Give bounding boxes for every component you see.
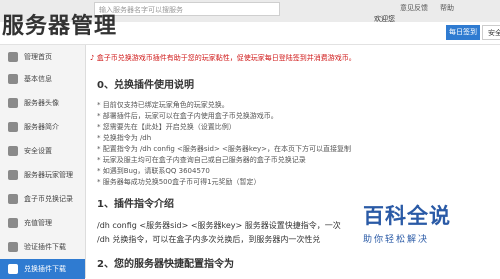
sidebar-item-label: 盒子币兑换记录 [24,195,73,203]
sidebar-item-intro[interactable]: 服务器简介 [0,117,85,137]
sidebar-item-basic-info[interactable]: 基本信息 [0,69,85,89]
shield-icon [8,146,18,156]
sidebar-item-label: 管理首页 [24,53,52,61]
sidebar-item-avatar[interactable]: 服务器头像 [0,93,85,113]
instruction-line: * 部署插件后，玩家可以在盒子内使用盒子币兑换游戏币。 [97,112,278,120]
sidebar-item-label: 服务器简介 [24,123,59,131]
section-title: 1、插件指令介绍 [97,199,174,210]
user-icon [8,170,18,180]
instruction-line: * 配置指令为 /dh config <服务器sid> <服务器key>，在本页… [97,145,352,153]
sidebar: 管理首页 基本信息 服务器头像 服务器简介 安全设置 服务器玩家管理 盒子币兑换… [0,45,86,279]
sidebar-item-home[interactable]: 管理首页 [0,47,85,67]
download-icon [8,264,18,274]
image-icon [8,98,18,108]
instruction-line: * 玩家及服主均可在盒子内查询自己或自己服务器的盒子币兑换记录 [97,156,306,164]
search-input[interactable]: 输入服务器名字可以搜服务 [94,2,280,16]
wallet-icon [8,218,18,228]
command-line: /dh 兑换指令，可以在盒子内多次兑换后，到服务器内一次性兑 [97,235,321,244]
list-icon [8,194,18,204]
logout-button[interactable]: 安全退出 [482,25,500,40]
sidebar-item-label: 验证插件下载 [24,243,66,251]
instruction-line: * 服务器每成功兑换500盒子币可得1元奖励（暂定） [97,178,261,186]
sidebar-item-label: 兑换插件下载 [24,265,66,273]
home-icon [8,52,18,62]
instruction-line: * 如遇到Bug，请联系QQ 3604570 [97,167,210,175]
command-line: /dh config <服务器sid> <服务器key> 服务器设置快捷指令，一… [97,221,341,230]
welcome-text: 欢迎您 [374,15,395,23]
info-icon [8,74,18,84]
help-link[interactable]: 帮助 [440,3,454,13]
watermark-main-text: 百科全说 [363,204,451,228]
sidebar-item-label: 充值管理 [24,219,52,227]
checkin-button[interactable]: 每日签到 [446,25,480,40]
instruction-line: * 兑换指令为 /dh [97,134,152,142]
sidebar-item-exchange-records[interactable]: 盒子币兑换记录 [0,189,85,209]
download-icon [8,242,18,252]
section-title: 2、您的服务器快捷配置指令为 [97,259,234,270]
sidebar-item-label: 安全设置 [24,147,52,155]
brand-title: 服务器管理 [2,14,118,39]
instruction-line: * 目前仅支持已绑定玩家角色的玩家兑换。 [97,101,229,109]
sidebar-item-label: 服务器头像 [24,99,59,107]
sidebar-item-exchange-plugin[interactable]: 兑换插件下载 [0,259,85,279]
watermark-sub-text: 助你轻松解决 [363,235,430,245]
sidebar-item-verify-plugin[interactable]: 验证插件下载 [0,237,85,257]
sidebar-item-label: 服务器玩家管理 [24,171,73,179]
instruction-line: * 您需要先在【此处】开启兑换（设置比例） [97,123,236,131]
section-title: 0、兑换插件使用说明 [97,80,194,91]
document-icon [8,122,18,132]
feedback-link[interactable]: 意见反馈 [400,3,428,13]
sidebar-item-security[interactable]: 安全设置 [0,141,85,161]
watermark-logo: 百科全说 助你轻松解决 [363,200,473,260]
sidebar-item-label: 基本信息 [24,75,52,83]
sidebar-item-players[interactable]: 服务器玩家管理 [0,165,85,185]
sidebar-item-recharge[interactable]: 充值管理 [0,213,85,233]
